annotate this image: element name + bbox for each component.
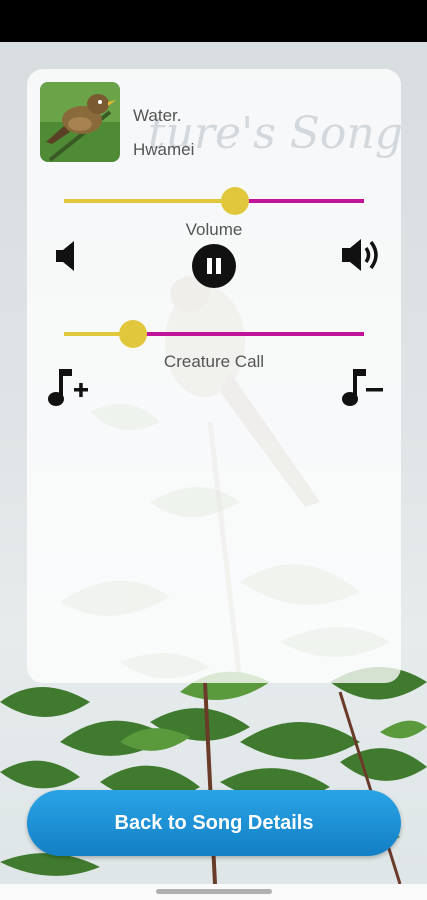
- volume-slider[interactable]: [64, 187, 364, 215]
- home-handle[interactable]: [156, 889, 272, 894]
- creature-call-track-inactive: [133, 332, 364, 336]
- volume-thumb[interactable]: [221, 187, 249, 215]
- song-title: Water.: [133, 106, 182, 125]
- creature-call-label: Creature Call: [163, 352, 265, 371]
- song-artist: Hwamei: [133, 140, 195, 159]
- status-bar: [0, 0, 427, 42]
- creature-call-slider[interactable]: [64, 320, 364, 348]
- volume-track-active: [64, 199, 235, 203]
- creature-call-thumb[interactable]: [119, 320, 147, 348]
- back-to-song-details-button[interactable]: Back to Song Details: [27, 790, 401, 856]
- pause-icon: [207, 258, 221, 274]
- music-note-plus-icon[interactable]: [46, 366, 92, 413]
- volume-down-icon[interactable]: [52, 238, 80, 279]
- volume-track-inactive: [235, 199, 364, 203]
- album-art: [40, 82, 120, 162]
- volume-up-icon[interactable]: [340, 234, 384, 281]
- music-note-minus-icon[interactable]: [340, 366, 386, 413]
- pause-button[interactable]: [192, 244, 236, 288]
- volume-label: Volume: [185, 220, 243, 239]
